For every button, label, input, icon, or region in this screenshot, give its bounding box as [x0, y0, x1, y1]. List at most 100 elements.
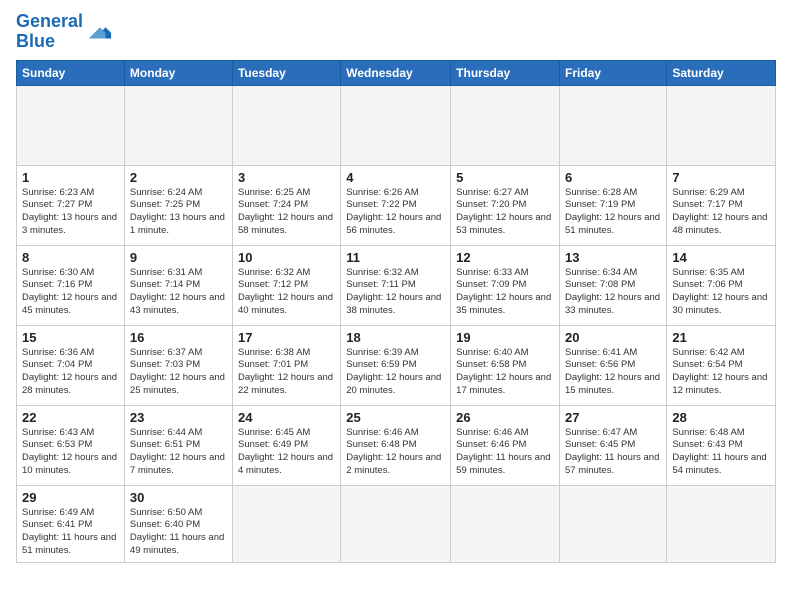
calendar-cell: 13 Sunrise: 6:34 AMSunset: 7:08 PMDaylig…	[560, 245, 667, 325]
calendar-cell: 5 Sunrise: 6:27 AMSunset: 7:20 PMDayligh…	[451, 165, 560, 245]
day-number: 4	[346, 170, 445, 185]
day-number: 16	[130, 330, 227, 345]
day-info: Sunrise: 6:49 AMSunset: 6:41 PMDaylight:…	[22, 507, 119, 558]
calendar-week-row: 8 Sunrise: 6:30 AMSunset: 7:16 PMDayligh…	[17, 245, 776, 325]
col-monday: Monday	[124, 60, 232, 85]
calendar-cell	[124, 85, 232, 165]
calendar-cell	[232, 85, 340, 165]
calendar-cell: 22 Sunrise: 6:43 AMSunset: 6:53 PMDaylig…	[17, 405, 125, 485]
day-info: Sunrise: 6:39 AMSunset: 6:59 PMDaylight:…	[346, 347, 445, 398]
calendar-cell: 12 Sunrise: 6:33 AMSunset: 7:09 PMDaylig…	[451, 245, 560, 325]
calendar-cell	[232, 485, 340, 562]
header-row: Sunday Monday Tuesday Wednesday Thursday…	[17, 60, 776, 85]
col-sunday: Sunday	[17, 60, 125, 85]
day-info: Sunrise: 6:29 AMSunset: 7:17 PMDaylight:…	[672, 187, 770, 238]
day-number: 20	[565, 330, 661, 345]
calendar-cell: 30 Sunrise: 6:50 AMSunset: 6:40 PMDaylig…	[124, 485, 232, 562]
logo-icon	[85, 18, 113, 46]
day-info: Sunrise: 6:25 AMSunset: 7:24 PMDaylight:…	[238, 187, 335, 238]
day-info: Sunrise: 6:28 AMSunset: 7:19 PMDaylight:…	[565, 187, 661, 238]
day-number: 12	[456, 250, 554, 265]
logo-blue: Blue	[16, 31, 55, 51]
day-number: 8	[22, 250, 119, 265]
calendar-week-row: 15 Sunrise: 6:36 AMSunset: 7:04 PMDaylig…	[17, 325, 776, 405]
logo-text: General Blue	[16, 12, 83, 52]
day-info: Sunrise: 6:47 AMSunset: 6:45 PMDaylight:…	[565, 427, 661, 478]
calendar-table: Sunday Monday Tuesday Wednesday Thursday…	[16, 60, 776, 563]
calendar-cell: 21 Sunrise: 6:42 AMSunset: 6:54 PMDaylig…	[667, 325, 776, 405]
calendar-cell	[341, 85, 451, 165]
day-number: 17	[238, 330, 335, 345]
col-tuesday: Tuesday	[232, 60, 340, 85]
day-info: Sunrise: 6:36 AMSunset: 7:04 PMDaylight:…	[22, 347, 119, 398]
calendar-cell: 25 Sunrise: 6:46 AMSunset: 6:48 PMDaylig…	[341, 405, 451, 485]
day-info: Sunrise: 6:42 AMSunset: 6:54 PMDaylight:…	[672, 347, 770, 398]
calendar-cell: 28 Sunrise: 6:48 AMSunset: 6:43 PMDaylig…	[667, 405, 776, 485]
calendar-cell: 14 Sunrise: 6:35 AMSunset: 7:06 PMDaylig…	[667, 245, 776, 325]
page-container: General Blue Sunday Monday Tuesday Wedne…	[0, 0, 792, 571]
calendar-cell: 8 Sunrise: 6:30 AMSunset: 7:16 PMDayligh…	[17, 245, 125, 325]
day-info: Sunrise: 6:32 AMSunset: 7:12 PMDaylight:…	[238, 267, 335, 318]
day-number: 23	[130, 410, 227, 425]
day-number: 7	[672, 170, 770, 185]
day-number: 9	[130, 250, 227, 265]
calendar-cell: 24 Sunrise: 6:45 AMSunset: 6:49 PMDaylig…	[232, 405, 340, 485]
day-number: 27	[565, 410, 661, 425]
calendar-cell: 26 Sunrise: 6:46 AMSunset: 6:46 PMDaylig…	[451, 405, 560, 485]
calendar-cell: 7 Sunrise: 6:29 AMSunset: 7:17 PMDayligh…	[667, 165, 776, 245]
calendar-week-row: 29 Sunrise: 6:49 AMSunset: 6:41 PMDaylig…	[17, 485, 776, 562]
calendar-cell	[17, 85, 125, 165]
day-info: Sunrise: 6:27 AMSunset: 7:20 PMDaylight:…	[456, 187, 554, 238]
day-number: 22	[22, 410, 119, 425]
calendar-cell: 6 Sunrise: 6:28 AMSunset: 7:19 PMDayligh…	[560, 165, 667, 245]
calendar-cell: 20 Sunrise: 6:41 AMSunset: 6:56 PMDaylig…	[560, 325, 667, 405]
day-number: 21	[672, 330, 770, 345]
page-header: General Blue	[16, 12, 776, 52]
calendar-cell: 29 Sunrise: 6:49 AMSunset: 6:41 PMDaylig…	[17, 485, 125, 562]
calendar-cell: 27 Sunrise: 6:47 AMSunset: 6:45 PMDaylig…	[560, 405, 667, 485]
col-thursday: Thursday	[451, 60, 560, 85]
col-wednesday: Wednesday	[341, 60, 451, 85]
day-number: 14	[672, 250, 770, 265]
calendar-cell: 15 Sunrise: 6:36 AMSunset: 7:04 PMDaylig…	[17, 325, 125, 405]
col-friday: Friday	[560, 60, 667, 85]
calendar-cell	[667, 85, 776, 165]
day-number: 2	[130, 170, 227, 185]
day-number: 3	[238, 170, 335, 185]
day-number: 25	[346, 410, 445, 425]
calendar-cell: 17 Sunrise: 6:38 AMSunset: 7:01 PMDaylig…	[232, 325, 340, 405]
calendar-cell: 9 Sunrise: 6:31 AMSunset: 7:14 PMDayligh…	[124, 245, 232, 325]
day-number: 6	[565, 170, 661, 185]
day-info: Sunrise: 6:32 AMSunset: 7:11 PMDaylight:…	[346, 267, 445, 318]
day-info: Sunrise: 6:43 AMSunset: 6:53 PMDaylight:…	[22, 427, 119, 478]
calendar-cell	[560, 485, 667, 562]
day-info: Sunrise: 6:26 AMSunset: 7:22 PMDaylight:…	[346, 187, 445, 238]
day-number: 11	[346, 250, 445, 265]
day-info: Sunrise: 6:37 AMSunset: 7:03 PMDaylight:…	[130, 347, 227, 398]
day-info: Sunrise: 6:48 AMSunset: 6:43 PMDaylight:…	[672, 427, 770, 478]
day-info: Sunrise: 6:30 AMSunset: 7:16 PMDaylight:…	[22, 267, 119, 318]
calendar-cell: 4 Sunrise: 6:26 AMSunset: 7:22 PMDayligh…	[341, 165, 451, 245]
day-number: 28	[672, 410, 770, 425]
day-info: Sunrise: 6:24 AMSunset: 7:25 PMDaylight:…	[130, 187, 227, 238]
calendar-cell: 23 Sunrise: 6:44 AMSunset: 6:51 PMDaylig…	[124, 405, 232, 485]
calendar-week-row: 1 Sunrise: 6:23 AMSunset: 7:27 PMDayligh…	[17, 165, 776, 245]
day-info: Sunrise: 6:35 AMSunset: 7:06 PMDaylight:…	[672, 267, 770, 318]
calendar-cell	[341, 485, 451, 562]
calendar-cell: 11 Sunrise: 6:32 AMSunset: 7:11 PMDaylig…	[341, 245, 451, 325]
day-number: 13	[565, 250, 661, 265]
day-info: Sunrise: 6:31 AMSunset: 7:14 PMDaylight:…	[130, 267, 227, 318]
day-info: Sunrise: 6:50 AMSunset: 6:40 PMDaylight:…	[130, 507, 227, 558]
day-number: 29	[22, 490, 119, 505]
day-number: 15	[22, 330, 119, 345]
calendar-cell	[451, 85, 560, 165]
day-info: Sunrise: 6:45 AMSunset: 6:49 PMDaylight:…	[238, 427, 335, 478]
day-info: Sunrise: 6:34 AMSunset: 7:08 PMDaylight:…	[565, 267, 661, 318]
calendar-cell: 16 Sunrise: 6:37 AMSunset: 7:03 PMDaylig…	[124, 325, 232, 405]
day-info: Sunrise: 6:23 AMSunset: 7:27 PMDaylight:…	[22, 187, 119, 238]
calendar-cell: 19 Sunrise: 6:40 AMSunset: 6:58 PMDaylig…	[451, 325, 560, 405]
day-number: 30	[130, 490, 227, 505]
calendar-cell: 10 Sunrise: 6:32 AMSunset: 7:12 PMDaylig…	[232, 245, 340, 325]
day-info: Sunrise: 6:44 AMSunset: 6:51 PMDaylight:…	[130, 427, 227, 478]
day-number: 19	[456, 330, 554, 345]
